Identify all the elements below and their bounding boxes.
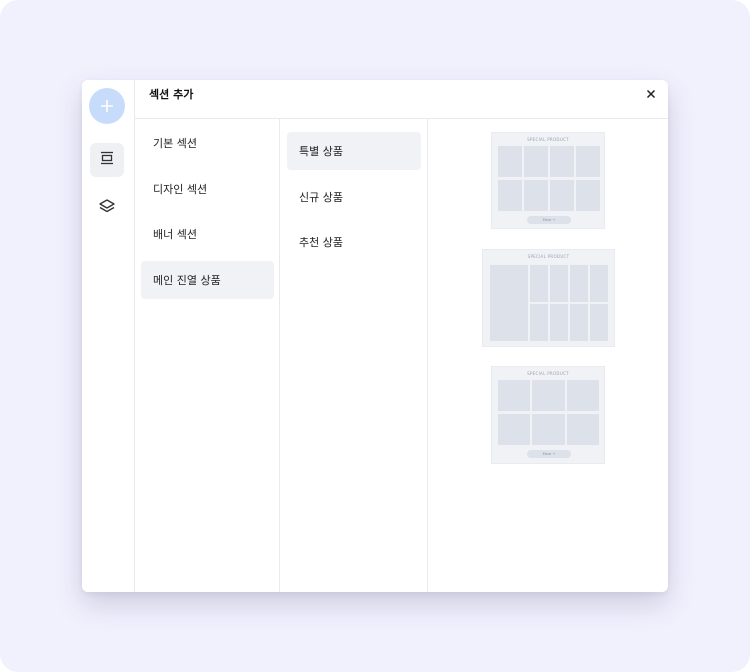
layers-button[interactable]	[90, 191, 124, 225]
product-tile	[532, 380, 565, 411]
product-tile	[524, 180, 548, 211]
product-tile	[550, 304, 568, 341]
subcategory-label: 특별 상품	[299, 145, 343, 158]
product-tile	[530, 304, 548, 341]
preview-caption: SPECIAL PRODUCT	[527, 254, 570, 259]
product-tile	[550, 180, 574, 211]
product-tile	[550, 265, 568, 302]
category-banner-section[interactable]: 배너 섹션	[141, 215, 274, 253]
category-label: 메인 진열 상품	[153, 274, 221, 287]
category-label: 기본 섹션	[153, 137, 197, 150]
tool-rail	[82, 80, 135, 592]
category-design-section[interactable]: 디자인 섹션	[141, 170, 274, 208]
product-tile	[550, 146, 574, 177]
plus-icon	[99, 98, 115, 114]
add-button[interactable]	[89, 88, 125, 124]
product-tile	[498, 380, 530, 411]
subcategory-list: 특별 상품 신규 상품 추천 상품	[280, 119, 428, 592]
preview-card-feature-grid[interactable]: SPECIAL PRODUCT	[482, 249, 615, 347]
product-tile	[530, 265, 548, 302]
subcategory-label: 신규 상품	[299, 191, 343, 204]
preview-caption: SPECIAL PRODUCT	[527, 137, 569, 142]
preview-card-grid-4x2[interactable]: SPECIAL PRODUCT More →	[491, 132, 605, 229]
product-tile	[590, 304, 608, 341]
dialog-header: 섹션 추가	[135, 80, 668, 119]
section-layout-button[interactable]	[90, 143, 124, 177]
product-tile	[532, 414, 565, 445]
product-tile	[590, 265, 608, 302]
product-tile	[570, 304, 588, 341]
page-background: 섹션 추가 기본 섹션 디자인 섹션 배너 섹션 메인 진열 상품 특별 상품 …	[0, 0, 750, 672]
category-basic-section[interactable]: 기본 섹션	[141, 124, 274, 162]
close-icon	[646, 84, 656, 103]
subcategory-special-products[interactable]: 특별 상품	[287, 132, 421, 170]
preview-panel: SPECIAL PRODUCT More → SPECIAL PRODUCT S…	[428, 119, 668, 592]
category-list: 기본 섹션 디자인 섹션 배너 섹션 메인 진열 상품	[135, 119, 280, 592]
product-tile	[498, 146, 522, 177]
subcategory-new-products[interactable]: 신규 상품	[287, 178, 421, 216]
category-label: 디자인 섹션	[153, 183, 208, 196]
subcategory-recommended-products[interactable]: 추천 상품	[287, 223, 421, 261]
product-tile	[576, 146, 600, 177]
section-layout-icon	[99, 150, 115, 170]
preview-card-grid-3x2[interactable]: SPECIAL PRODUCT More →	[491, 366, 605, 464]
preview-caption: SPECIAL PRODUCT	[527, 371, 569, 376]
product-tile	[498, 180, 522, 211]
add-section-dialog: 섹션 추가 기본 섹션 디자인 섹션 배너 섹션 메인 진열 상품 특별 상품 …	[82, 80, 668, 592]
product-tile	[570, 265, 588, 302]
close-button[interactable]	[644, 86, 658, 100]
product-tile	[524, 146, 548, 177]
product-tile	[498, 414, 530, 445]
preview-more-button: More →	[527, 216, 571, 224]
featured-product-tile	[490, 265, 528, 341]
dialog-title: 섹션 추가	[149, 88, 194, 101]
product-tile	[567, 414, 599, 445]
category-label: 배너 섹션	[153, 228, 197, 241]
subcategory-label: 추천 상품	[299, 236, 343, 249]
product-tile	[567, 380, 599, 411]
preview-more-button: More →	[527, 450, 571, 458]
product-tile	[576, 180, 600, 211]
category-main-display-products[interactable]: 메인 진열 상품	[141, 261, 274, 299]
layers-icon	[98, 198, 116, 218]
